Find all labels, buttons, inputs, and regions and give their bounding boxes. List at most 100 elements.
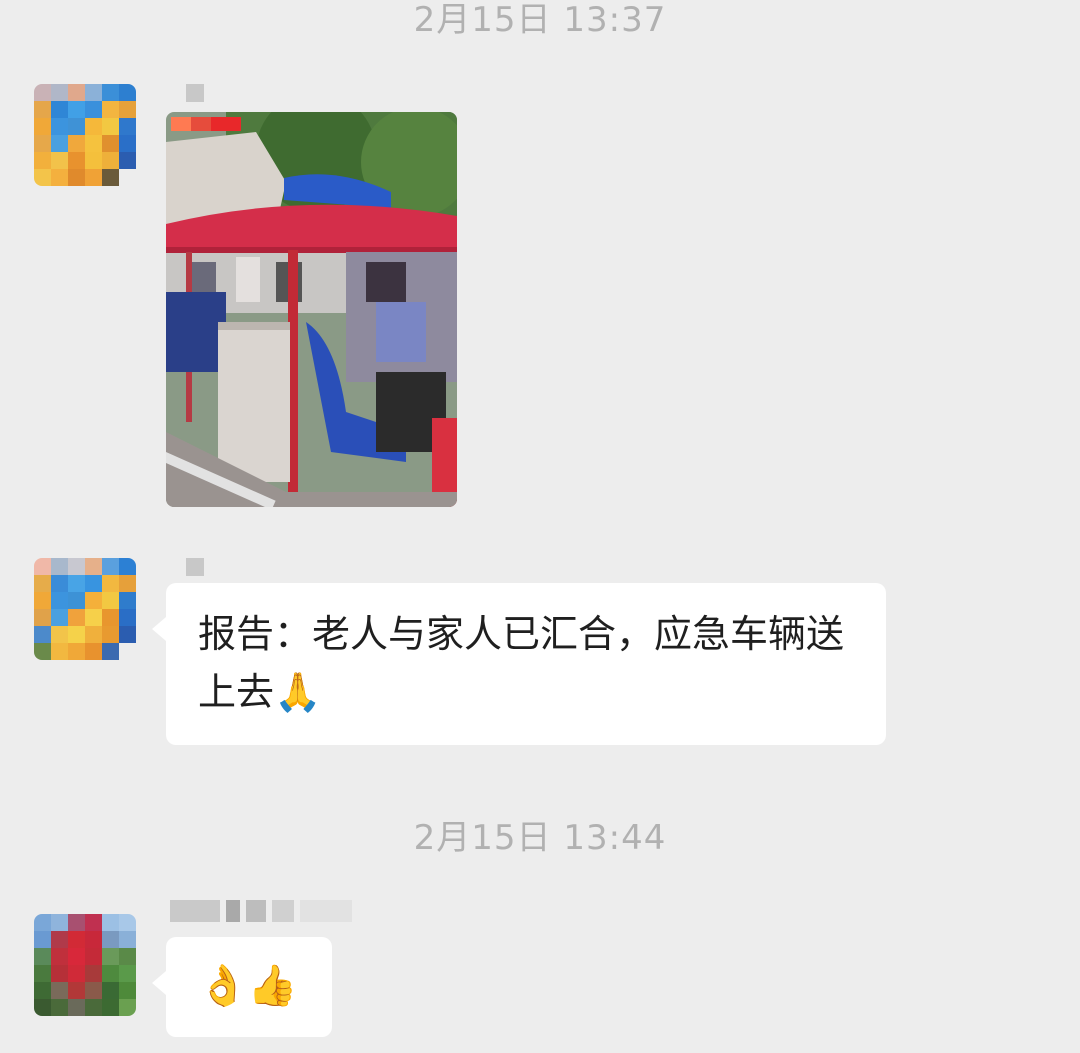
avatar-pixel (51, 84, 68, 101)
avatar-pixel (119, 626, 136, 643)
avatar-pixel (34, 592, 51, 609)
avatar-pixel (68, 592, 85, 609)
avatar-pixel (85, 931, 102, 948)
avatar-pixel (34, 999, 51, 1016)
avatar-pixel (102, 982, 119, 999)
avatar-pixel (102, 558, 119, 575)
avatar-pixel (34, 135, 51, 152)
avatar-pixel (34, 84, 51, 101)
avatar-pixel (102, 999, 119, 1016)
avatar-pixel (119, 101, 136, 118)
avatar-pixel (34, 965, 51, 982)
sender-name-blurred (186, 84, 204, 102)
avatar-pixel (119, 609, 136, 626)
avatar-pixel (119, 558, 136, 575)
avatar-pixel (102, 626, 119, 643)
avatar-pixel (34, 575, 51, 592)
avatar[interactable] (34, 84, 136, 186)
avatar-pixel (119, 169, 136, 186)
message-bubble[interactable]: 👌👍 (152, 937, 332, 1037)
avatar-pixel (102, 84, 119, 101)
avatar-pixel (51, 558, 68, 575)
avatar-pixel (68, 965, 85, 982)
avatar-pixel (68, 575, 85, 592)
avatar-pixel (102, 101, 119, 118)
avatar-pixel (51, 592, 68, 609)
photo-sightseeing-cart (166, 112, 457, 507)
avatar-pixel (68, 118, 85, 135)
avatar-pixel (34, 169, 51, 186)
avatar-pixel (34, 948, 51, 965)
avatar-pixel (119, 948, 136, 965)
avatar-pixel (102, 118, 119, 135)
avatar-pixel (34, 931, 51, 948)
avatar-pixel (34, 101, 51, 118)
avatar-pixel (119, 152, 136, 169)
avatar-pixel (119, 575, 136, 592)
avatar-pixel (51, 982, 68, 999)
avatar-pixel (51, 118, 68, 135)
avatar-pixel (102, 575, 119, 592)
avatar-pixel (85, 592, 102, 609)
timestamp: 2月15日 13:44 (413, 818, 667, 858)
avatar-pixel (34, 152, 51, 169)
avatar-pixel (51, 609, 68, 626)
avatar-pixel (68, 101, 85, 118)
avatar-pixel (85, 169, 102, 186)
avatar-pixel (68, 643, 85, 660)
pray-emoji-icon: 🙏 (274, 670, 322, 714)
avatar-pixel (102, 931, 119, 948)
avatar-pixel (85, 914, 102, 931)
avatar-pixel (68, 152, 85, 169)
avatar-pixel (51, 169, 68, 186)
avatar-pixel (102, 609, 119, 626)
avatar-pixel (34, 643, 51, 660)
avatar-pixel (68, 999, 85, 1016)
avatar-pixel (51, 152, 68, 169)
avatar-pixel (119, 135, 136, 152)
avatar-pixel (51, 135, 68, 152)
avatar-pixel (85, 948, 102, 965)
message-bubble[interactable]: 报告：老人与家人已汇合，应急车辆送上去🙏 (152, 583, 886, 745)
avatar-pixel (51, 931, 68, 948)
avatar-pixel (85, 101, 102, 118)
avatar-pixel (119, 999, 136, 1016)
avatar[interactable] (34, 558, 136, 660)
avatar-pixel (68, 135, 85, 152)
sender-name-blurred (170, 900, 352, 922)
avatar-pixel (68, 914, 85, 931)
avatar-pixel (85, 118, 102, 135)
avatar-pixel (102, 914, 119, 931)
avatar-pixel (51, 101, 68, 118)
message-text: 报告：老人与家人已汇合，应急车辆送上去🙏 (166, 583, 886, 743)
avatar-pixel (34, 118, 51, 135)
avatar-pixel (119, 118, 136, 135)
avatar-pixel (85, 575, 102, 592)
avatar-pixel (102, 592, 119, 609)
avatar-pixel (85, 152, 102, 169)
avatar-pixel (51, 948, 68, 965)
avatar-pixel (85, 999, 102, 1016)
avatar-pixel (68, 169, 85, 186)
avatar-pixel (119, 914, 136, 931)
ok-thumbs-up-emoji-icon: 👌👍 (198, 963, 298, 1009)
avatar-pixel (85, 965, 102, 982)
avatar-pixel (51, 965, 68, 982)
avatar-pixel (102, 152, 119, 169)
avatar-pixel (85, 626, 102, 643)
avatar-pixel (119, 965, 136, 982)
avatar-pixel (68, 558, 85, 575)
avatar-pixel (119, 931, 136, 948)
avatar-pixel (68, 931, 85, 948)
avatar-pixel (51, 575, 68, 592)
avatar-pixel (102, 965, 119, 982)
avatar[interactable] (34, 914, 136, 1016)
avatar-pixel (102, 169, 119, 186)
avatar-pixel (85, 643, 102, 660)
avatar-pixel (68, 948, 85, 965)
avatar-pixel (34, 558, 51, 575)
avatar-pixel (51, 914, 68, 931)
chat-image[interactable] (166, 112, 457, 507)
avatar-pixel (34, 626, 51, 643)
avatar-pixel (85, 982, 102, 999)
